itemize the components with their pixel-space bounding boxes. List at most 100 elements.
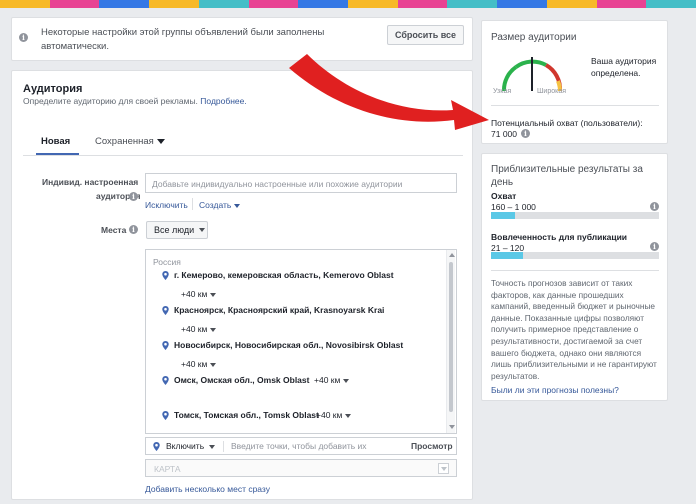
disclaimer-line: данные. Показанные цифры позволяют xyxy=(491,312,645,323)
color-stripe xyxy=(497,0,547,8)
annotation-arrow-icon xyxy=(289,54,489,130)
locations-list: Россия г. Кемерово, кемеровская область,… xyxy=(145,249,457,434)
location-item-name: Новосибирск, Новосибирская обл., Novosib… xyxy=(174,340,404,350)
audience-size-divider xyxy=(491,105,659,106)
location-radius-value: +40 км xyxy=(181,359,208,369)
custom-audience-placeholder: Добавьте индивидуально настроенные или п… xyxy=(152,179,403,189)
location-pin-icon xyxy=(153,442,160,451)
disclaimer-line: вашего бюджета, однако они являются xyxy=(491,347,642,358)
custom-audience-label-line1: Индивид. настроенная xyxy=(42,177,139,187)
notice-text-line2: автоматически. xyxy=(41,41,109,52)
chevron-down-icon xyxy=(210,292,217,297)
audience-subtitle: Определите аудиторию для своей рекламы. … xyxy=(23,96,247,106)
scrollbar-thumb[interactable] xyxy=(449,262,453,412)
color-stripe xyxy=(49,0,100,8)
add-location-row: Включить Введите точки, чтобы добавить и… xyxy=(145,437,457,455)
gauge-narrow-label: Узкая xyxy=(493,88,512,95)
location-item-name: Омск, Омская обл., Omsk Oblast xyxy=(174,375,310,385)
scroll-down-arrow[interactable] xyxy=(449,425,455,429)
color-stripe xyxy=(447,0,498,8)
color-stripe xyxy=(397,0,448,8)
disclaimer-line: факторов, как данные прошедших xyxy=(491,289,624,300)
top-color-stripes xyxy=(0,0,696,8)
audience-defined-line2: определена. xyxy=(591,68,641,78)
color-stripe xyxy=(348,0,398,8)
reach-bar-fill xyxy=(491,212,515,219)
places-people-dropdown[interactable]: Все люди xyxy=(146,221,208,239)
info-icon[interactable]: i xyxy=(650,202,659,211)
color-stripe xyxy=(198,0,249,8)
reach-label: Охват xyxy=(491,191,517,201)
custom-audience-input[interactable]: Добавьте индивидуально настроенные или п… xyxy=(145,173,457,193)
color-stripe xyxy=(546,0,597,8)
audience-gauge xyxy=(502,57,563,92)
disclaimer-line: результатов. xyxy=(491,370,540,381)
places-people-dropdown-value: Все люди xyxy=(154,225,195,235)
chevron-down-icon xyxy=(441,467,447,471)
location-pin-icon xyxy=(162,271,169,280)
tab-saved[interactable]: Сохраненная xyxy=(95,136,165,147)
info-icon: i xyxy=(19,33,28,42)
location-radius-dropdown[interactable]: +40 км xyxy=(181,359,217,369)
color-stripe xyxy=(596,0,647,8)
chevron-down-icon xyxy=(345,413,352,418)
potential-reach-number: 71 000 xyxy=(491,129,517,139)
disclaimer-line: результативности, достигаемой за счет xyxy=(491,336,643,346)
exclude-link[interactable]: Исключить xyxy=(145,200,188,210)
tab-new[interactable]: Новая xyxy=(41,136,70,147)
tab-saved-label: Сохраненная xyxy=(95,136,154,147)
potential-reach-label: Потенциальный охват (пользователи): xyxy=(491,118,643,128)
color-stripe xyxy=(0,0,50,8)
learn-more-link[interactable]: Подробнее. xyxy=(200,96,246,106)
chevron-down-icon xyxy=(210,362,217,367)
color-stripe xyxy=(646,0,696,8)
location-radius-value: +40 км xyxy=(181,289,208,299)
map-toggle[interactable]: КАРТА xyxy=(145,459,457,477)
location-radius-dropdown[interactable]: +40 км xyxy=(314,375,350,385)
location-radius-value: +40 км xyxy=(316,410,343,420)
reach-range: 160 – 1 000 xyxy=(491,202,536,212)
audience-card: Аудитория Определите аудиторию для своей… xyxy=(11,70,473,500)
include-divider xyxy=(223,441,224,452)
potential-reach-value: 71 000 xyxy=(491,129,517,139)
feedback-link[interactable]: Были ли эти прогнозы полезны? xyxy=(491,385,619,395)
chevron-down-icon xyxy=(199,228,206,232)
reset-all-button[interactable]: Сбросить все xyxy=(387,25,464,45)
chevron-down-icon xyxy=(234,203,241,208)
info-icon[interactable]: i xyxy=(650,242,659,251)
location-pin-icon xyxy=(162,341,169,350)
location-radius-dropdown[interactable]: +40 км xyxy=(316,410,352,420)
info-icon: i xyxy=(129,192,138,201)
chevron-down-icon xyxy=(156,138,165,144)
location-item-name: г. Кемерово, кемеровская область, Kemero… xyxy=(174,270,394,280)
location-radius-dropdown[interactable]: +40 км xyxy=(181,324,217,334)
browse-button[interactable]: Просмотр xyxy=(411,441,453,451)
color-stripe xyxy=(298,0,349,8)
chevron-down-icon xyxy=(343,378,350,383)
estimates-title-line2: день xyxy=(491,177,514,188)
chevron-down-icon xyxy=(210,327,217,332)
audience-subtitle-text: Определите аудиторию для своей рекламы. xyxy=(23,96,198,106)
location-radius-dropdown[interactable]: +40 км xyxy=(181,289,217,299)
location-item-name: Красноярск, Красноярский край, Krasnoyar… xyxy=(174,305,385,315)
reach-bar xyxy=(491,212,659,219)
map-expand-button[interactable] xyxy=(438,463,449,474)
disclaimer-line: лишь приблизительными и не гарантируют xyxy=(491,359,657,370)
places-label: Места xyxy=(101,225,127,235)
engagement-bar xyxy=(491,252,659,259)
scrollbar-track[interactable] xyxy=(446,250,455,433)
notice-text-line1: Некоторые настройки этой группы объявлен… xyxy=(41,27,325,38)
scroll-up-arrow[interactable] xyxy=(449,253,455,257)
create-dropdown[interactable]: Создать xyxy=(199,200,241,210)
map-label: КАРТА xyxy=(154,464,181,474)
location-radius-value: +40 км xyxy=(314,375,341,385)
disclaimer-line: Точность прогнозов зависит от таких xyxy=(491,278,633,288)
add-bulk-locations-link[interactable]: Добавить несколько мест сразу xyxy=(145,484,270,494)
include-dropdown[interactable]: Включить xyxy=(166,441,216,451)
tabs-divider xyxy=(23,155,463,156)
estimated-results-card: Приблизительные результаты за день Охват… xyxy=(481,153,668,401)
info-icon[interactable]: i xyxy=(521,129,530,138)
add-location-input[interactable]: Введите точки, чтобы добавить их xyxy=(231,441,367,451)
engagement-label: Вовлеченность для публикации xyxy=(491,232,628,242)
location-item-name: Томск, Томская обл., Tomsk Oblast xyxy=(174,410,319,420)
